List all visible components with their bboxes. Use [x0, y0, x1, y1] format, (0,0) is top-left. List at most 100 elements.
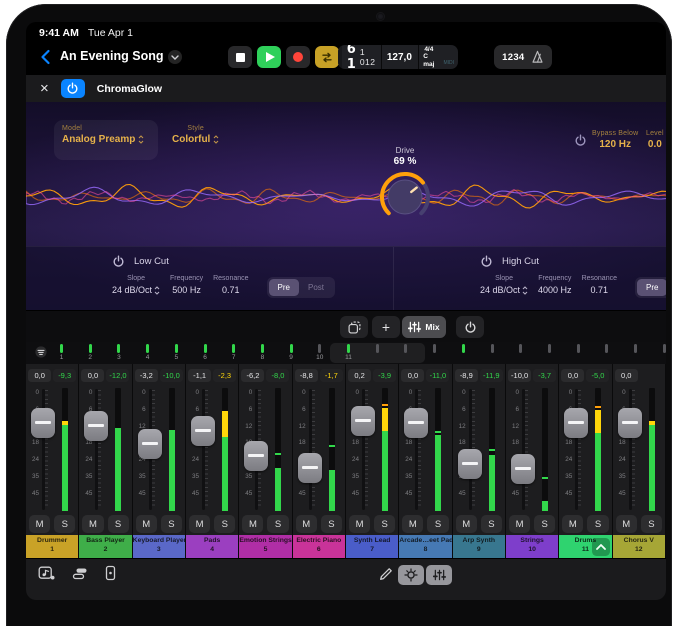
back-icon[interactable] — [36, 47, 54, 67]
track-name-label[interactable]: Keyboard Player3 — [133, 535, 185, 558]
solo-button[interactable]: S — [161, 515, 182, 533]
track-name-label[interactable]: Pads4 — [186, 535, 238, 558]
track-name-label[interactable]: Synth Lead7 — [346, 535, 398, 558]
song-disclosure-icon[interactable] — [168, 50, 182, 64]
tracks-overview-icon[interactable] — [34, 345, 48, 359]
solo-button[interactable]: S — [427, 515, 448, 533]
pre-button[interactable]: Pre — [269, 279, 299, 296]
track-name-label[interactable]: Strings10 — [506, 535, 558, 558]
low-cut-slope[interactable]: Slope 24 dB/Oct — [112, 275, 160, 295]
fader-handle[interactable] — [84, 411, 108, 441]
solo-button[interactable]: S — [267, 515, 288, 533]
fader-handle[interactable] — [458, 449, 482, 479]
low-cut-resonance[interactable]: Resonance 0.71 — [213, 275, 248, 295]
level-control[interactable]: Level 0.0 — [646, 130, 664, 150]
track-name-label[interactable]: Drums11 — [559, 535, 611, 558]
mute-button[interactable]: M — [189, 515, 210, 533]
mute-button[interactable]: M — [29, 515, 50, 533]
high-cut-slope[interactable]: Slope 24 dB/Oct — [480, 275, 528, 295]
mute-button[interactable]: M — [242, 515, 263, 533]
solo-button[interactable]: S — [108, 515, 129, 533]
loop-browser-icon[interactable] — [38, 565, 55, 581]
fader-db-value: -1,1 — [188, 369, 211, 382]
fader-scale-label: 45 — [559, 490, 572, 497]
count-in-button[interactable]: 1234 — [502, 52, 524, 63]
track-name-label[interactable]: Arcade…eet Pad8 — [399, 535, 451, 558]
resonance-value: 0.71 — [222, 285, 240, 295]
controls-view-button[interactable] — [398, 565, 424, 585]
peak-hold-tick — [542, 477, 548, 479]
lcd-display[interactable]: 6 1 1 012 127,0 4/4 C maj MIDI — [338, 45, 458, 69]
mixer-power-button[interactable] — [456, 316, 484, 338]
low-cut-frequency[interactable]: Frequency 500 Hz — [170, 275, 203, 295]
plugin-power-button[interactable] — [61, 79, 85, 98]
mute-button[interactable]: M — [296, 515, 317, 533]
fader-scale-label: 18 — [506, 439, 519, 446]
mute-button[interactable]: M — [402, 515, 423, 533]
track-name-label[interactable]: Emotion Strings5 — [239, 535, 291, 558]
fader-handle[interactable] — [618, 408, 642, 438]
solo-button[interactable]: S — [214, 515, 235, 533]
high-cut-resonance[interactable]: Resonance 0.71 — [582, 275, 617, 295]
fader-handle[interactable] — [244, 441, 268, 471]
play-button[interactable] — [257, 46, 281, 68]
solo-button[interactable]: S — [321, 515, 342, 533]
style-selector[interactable]: Style Colorful — [172, 125, 219, 145]
track-name-label[interactable]: Electric Piano6 — [293, 535, 345, 558]
track-overview-strip[interactable]: 1234567891011 — [26, 342, 666, 364]
cycle-button[interactable] — [315, 46, 339, 68]
track-stack-icon[interactable] — [72, 566, 88, 581]
overview-meter-tick — [605, 344, 608, 353]
mute-button[interactable]: M — [456, 515, 477, 533]
mute-button[interactable]: M — [562, 515, 583, 533]
record-button[interactable] — [286, 46, 310, 68]
fader-handle[interactable] — [404, 408, 428, 438]
close-icon[interactable]: × — [40, 81, 49, 96]
mute-button[interactable]: M — [616, 515, 637, 533]
faders-view-button[interactable] — [426, 565, 452, 585]
fader-handle[interactable] — [351, 406, 375, 436]
fader-handle[interactable] — [511, 454, 535, 484]
fader-handle[interactable] — [138, 429, 162, 459]
fader-handle[interactable] — [191, 416, 215, 446]
fader-scale-label: 0 — [133, 389, 146, 396]
fader-handle[interactable] — [298, 453, 322, 483]
solo-button[interactable]: S — [481, 515, 502, 533]
bypass-label: Bypass Below — [592, 130, 638, 137]
solo-button[interactable]: S — [374, 515, 395, 533]
mute-button[interactable]: M — [509, 515, 530, 533]
add-button[interactable]: + — [372, 316, 400, 338]
stop-button[interactable] — [228, 46, 252, 68]
mix-button[interactable]: Mix — [402, 316, 446, 338]
high-cut-power-icon[interactable] — [480, 255, 493, 268]
mute-button[interactable]: M — [136, 515, 157, 533]
fader-handle[interactable] — [31, 408, 55, 438]
track-name-label[interactable]: Arp Synth9 — [453, 535, 505, 558]
track-name: Arp Synth — [453, 537, 505, 546]
track-name-label[interactable]: Drummer1 — [26, 535, 78, 558]
bypass-below-control[interactable]: Bypass Below 120 Hz — [592, 130, 638, 150]
post-button[interactable]: Post — [299, 279, 333, 296]
pre-button[interactable]: Pre — [637, 279, 666, 296]
mute-button[interactable]: M — [349, 515, 370, 533]
drive-knob[interactable] — [377, 169, 433, 225]
solo-button[interactable]: S — [641, 515, 662, 533]
track-name-label[interactable]: Chorus V12 — [613, 535, 665, 558]
solo-button[interactable]: S — [54, 515, 75, 533]
low-cut-pre-post: Pre Post — [267, 277, 335, 298]
bypass-power-icon[interactable] — [574, 134, 587, 147]
solo-button[interactable]: S — [534, 515, 555, 533]
chevron-up-icon[interactable] — [592, 538, 610, 556]
low-cut-power-icon[interactable] — [112, 255, 125, 268]
metronome-icon[interactable] — [531, 50, 544, 64]
mute-button[interactable]: M — [82, 515, 103, 533]
song-title[interactable]: An Evening Song — [60, 49, 163, 63]
model-selector[interactable]: Model Analog Preamp — [54, 120, 158, 160]
duplicate-button[interactable] — [340, 316, 368, 338]
pencil-icon[interactable] — [378, 567, 393, 582]
track-name-label[interactable]: Bass Player2 — [79, 535, 131, 558]
high-cut-frequency[interactable]: Frequency 4000 Hz — [538, 275, 572, 295]
solo-button[interactable]: S — [587, 515, 608, 533]
device-icon[interactable] — [105, 565, 116, 581]
fader-handle[interactable] — [564, 408, 588, 438]
